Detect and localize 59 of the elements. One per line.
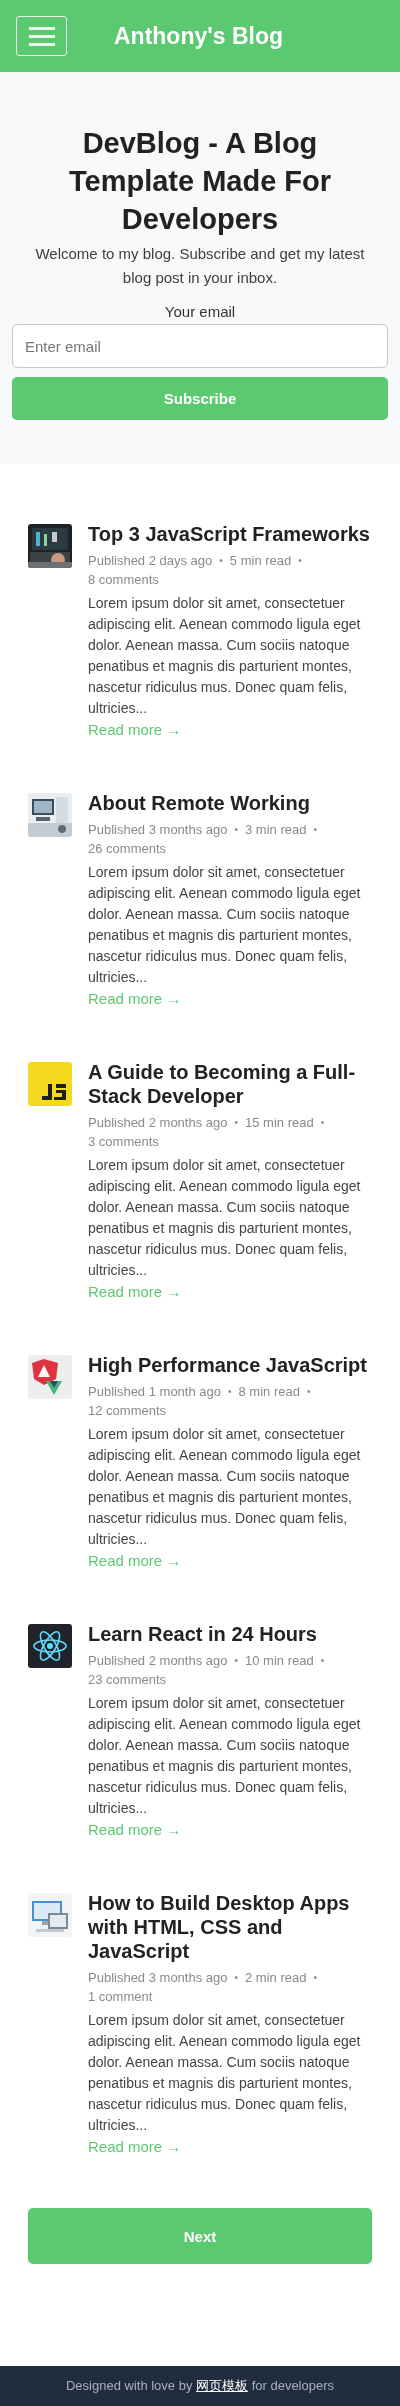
post-meta: 26 comments <box>88 840 167 858</box>
menu-icon <box>28 26 55 46</box>
separator-dot: • <box>234 823 238 837</box>
post-meta: 3 min read <box>245 821 307 839</box>
read-more-link[interactable]: Read more → <box>88 719 182 741</box>
post-meta: 15 min read <box>245 1114 314 1132</box>
site-title[interactable]: Anthony's Blog <box>114 22 283 50</box>
read-more-link[interactable]: Read more → <box>88 988 182 1010</box>
post-meta: 3 comments <box>88 1133 159 1151</box>
separator-dot: • <box>298 554 302 568</box>
read-more-link[interactable]: Read more → <box>88 1281 182 1303</box>
separator-dot: • <box>320 1654 325 1668</box>
separator-dot: • <box>306 1385 311 1399</box>
post-excerpt: Lorem ipsum dolor sit amet, consectetuer adipiscing elit. Aenean commodo ligula eget dolor. Aenean massa. Cum sociis natoque penatibus et magnis dis parturient montes, nascetur ridiculus mus. Donec quam felis, ultricies... <box>88 594 362 718</box>
post-title[interactable]: Learn React in 24 Hours <box>88 1622 376 1646</box>
subscribe-button[interactable]: Subscribe <box>12 377 388 420</box>
post-excerpt: Lorem ipsum dolor sit amet, consectetuer adipiscing elit. Aenean commodo ligula eget dolor. Aenean massa. Cum sociis natoque penatibus et magnis dis parturient montes, nascetur ridiculus mus. Donec quam felis, ultricies... <box>88 1425 362 1549</box>
post-meta: 2 min read <box>245 1969 307 1987</box>
next-button[interactable]: Next <box>28 2208 372 2264</box>
post-excerpt: Lorem ipsum dolor sit amet, consectetuer adipiscing elit. Aenean commodo ligula eget dolor. Aenean massa. Cum sociis natoque penatibus et magnis dis parturient montes, nascetur ridiculus mus. Donec quam felis, ultricies... <box>88 1156 362 1280</box>
read-more-link[interactable]: Read more → <box>88 1550 182 1572</box>
post-meta: 8 min read <box>238 1383 300 1401</box>
email-label: Your email <box>164 302 236 322</box>
separator-dot: • <box>313 823 317 837</box>
intro-text: Welcome to my blog. Subscribe and get my latest blog post in your inbox. <box>34 244 366 288</box>
post-meta: 12 comments <box>88 1402 167 1420</box>
separator-dot: • <box>219 554 223 568</box>
separator-dot: • <box>234 1116 238 1130</box>
post-meta: Published 2 days ago <box>88 552 213 570</box>
footer-link[interactable]: 网页模板 <box>196 2378 249 2393</box>
post-title[interactable]: How to Build Desktop Apps with HTML, CSS and JavaScript <box>88 1891 376 1963</box>
separator-dot: • <box>313 1971 317 1985</box>
footer-text: Designed with love by 网页模板 for developers <box>65 2377 335 2395</box>
separator-dot: • <box>320 1116 325 1130</box>
post-excerpt: Lorem ipsum dolor sit amet, consectetuer adipiscing elit. Aenean commodo ligula eget dolor. Aenean massa. Cum sociis natoque penatibus et magnis dis parturient montes, nascetur ridiculus mus. Donec quam felis, ultricies... <box>88 863 362 987</box>
post-meta: 5 min read <box>229 552 292 570</box>
post-title[interactable]: About Remote Working <box>88 791 376 815</box>
separator-dot: • <box>234 1654 238 1668</box>
separator-dot: • <box>228 1385 232 1399</box>
post-meta: 23 comments <box>88 1671 167 1689</box>
read-more-link[interactable]: Read more → <box>88 2136 182 2158</box>
menu-button[interactable] <box>16 16 67 56</box>
post-meta: Published 2 months ago <box>88 1114 228 1132</box>
post-title[interactable]: High Performance JavaScript <box>88 1353 376 1377</box>
hero-title: DevBlog - A Blog Template Made For Developers <box>67 126 333 237</box>
post-title[interactable]: A Guide to Becoming a Full-Stack Developer <box>88 1060 376 1108</box>
post-excerpt: Lorem ipsum dolor sit amet, consectetuer adipiscing elit. Aenean commodo ligula eget dolor. Aenean massa. Cum sociis natoque penatibus et magnis dis parturient montes, nascetur ridiculus mus. Donec quam felis, ultricies... <box>88 1694 362 1818</box>
post-meta: Published 3 months ago <box>88 821 228 839</box>
post-meta: Published 1 month ago <box>88 1383 221 1401</box>
separator-dot: • <box>234 1971 238 1985</box>
post-meta: Published 2 months ago <box>88 1652 228 1670</box>
post-meta: 8 comments <box>88 571 159 589</box>
post-meta: 1 comment <box>88 1988 153 2006</box>
post-meta: Published 3 months ago <box>88 1969 228 1987</box>
post-excerpt: Lorem ipsum dolor sit amet, consectetuer adipiscing elit. Aenean commodo ligula eget dolor. Aenean massa. Cum sociis natoque penatibus et magnis dis parturient montes, nascetur ridiculus mus. Donec quam felis, ultricies... <box>88 2011 362 2135</box>
email-field[interactable]: Enter email <box>12 324 388 368</box>
read-more-link[interactable]: Read more → <box>88 1819 182 1841</box>
post-meta: 10 min read <box>245 1652 314 1670</box>
post-title[interactable]: Top 3 JavaScript Frameworks <box>88 522 376 546</box>
